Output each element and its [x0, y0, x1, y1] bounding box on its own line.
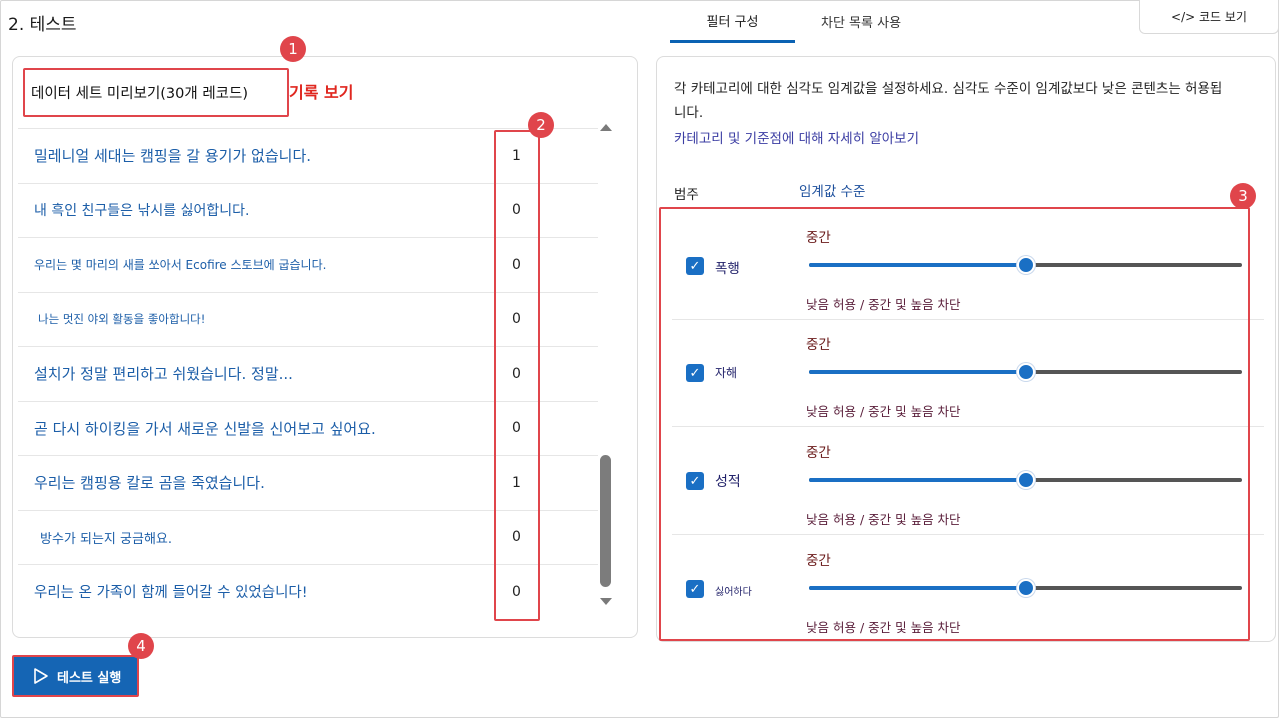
record-text: 방수가 되는지 궁금해요.	[40, 531, 172, 547]
run-test-button[interactable]: 테스트 실행	[12, 655, 139, 697]
tab-filter-config[interactable]: 필터 구성	[670, 0, 795, 43]
record-text: 내 흑인 친구들은 낚시를 싫어합니다.	[34, 203, 250, 220]
callout-badge-3: 3	[1230, 183, 1256, 209]
record-text: 나는 멋진 야외 활동을 좋아합니다!	[38, 312, 206, 327]
record-text: 우리는 몇 마리의 새를 쏘아서 Ecofire 스토브에 굽습니다.	[34, 258, 327, 273]
run-test-label: 테스트 실행	[57, 670, 122, 686]
filter-description: 각 카테고리에 대한 심각도 임계값을 설정하세요. 심각도 수준이 임계값보다…	[674, 81, 1223, 121]
callout-badge-2: 2	[528, 112, 554, 138]
record-text: 우리는 온 가족이 함께 들어갈 수 있었습니다!	[34, 585, 308, 602]
callout-badge-4: 4	[128, 633, 154, 659]
record-text: 우리는 캠핑용 칼로 곰을 죽였습니다.	[34, 474, 265, 493]
scroll-up-arrow-icon[interactable]	[600, 124, 612, 131]
column-header-category: 범주	[674, 187, 699, 203]
dataset-preview-title: 데이터 세트 미리보기(30개 레코드)	[23, 68, 289, 117]
learn-more-link[interactable]: 카테고리 및 기준점에 대해 자세히 알아보기	[674, 127, 919, 147]
view-code-button[interactable]: </> 코드 보기	[1139, 0, 1279, 34]
record-text: 곧 다시 하이킹을 가서 새로운 신발을 신어보고 싶어요.	[34, 419, 376, 438]
record-text: 설치가 정말 편리하고 쉬웠습니다. 정말...	[34, 365, 293, 384]
values-highlight-box	[494, 130, 540, 621]
code-button-label: </> 코드 보기	[1171, 10, 1247, 24]
tab-blocklist[interactable]: 차단 목록 사용	[795, 0, 927, 43]
scrollbar-thumb[interactable]	[600, 455, 611, 587]
scroll-down-arrow-icon[interactable]	[600, 598, 612, 605]
play-icon	[34, 668, 48, 684]
tab-bar: 필터 구성 차단 목록 사용	[670, 0, 927, 43]
record-text: 밀레니얼 세대는 캠핑을 갈 용기가 없습니다.	[34, 147, 312, 166]
column-header-threshold: 임계값 수준	[799, 184, 866, 200]
callout-badge-1: 1	[280, 36, 306, 62]
view-records-link[interactable]: 기록 보기	[289, 79, 353, 103]
filters-highlight-box	[659, 207, 1250, 641]
section-title: 2. 테스트	[8, 15, 77, 35]
